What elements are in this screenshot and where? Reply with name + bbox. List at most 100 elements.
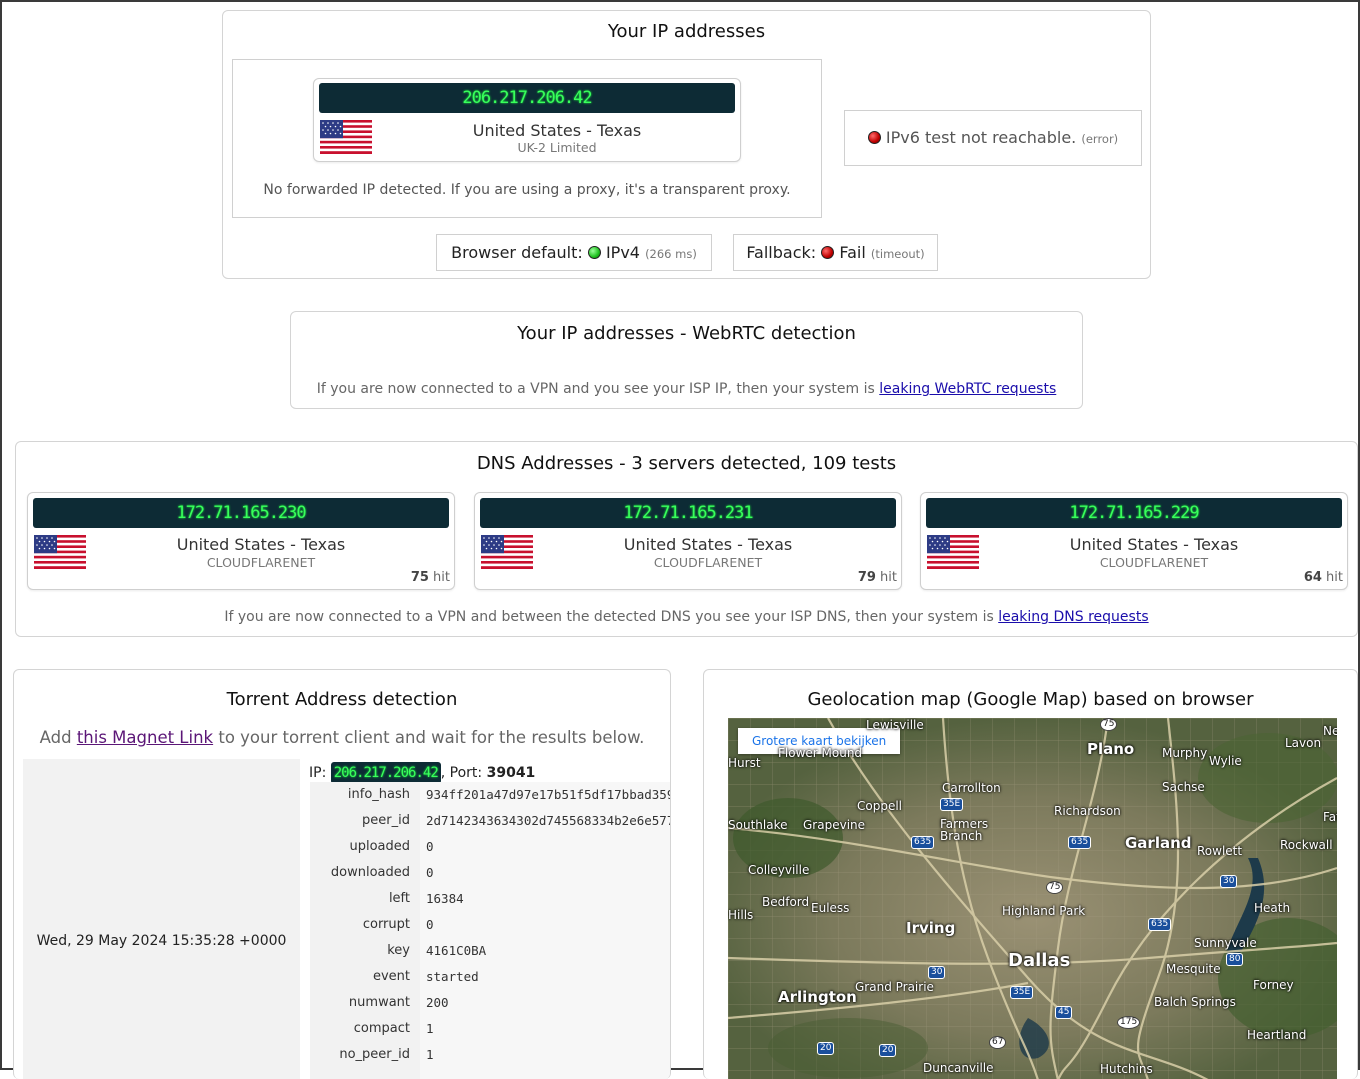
- ipv4-location: United States - Texas: [472, 121, 642, 140]
- table-row: info_hash 934ff201a47d97e17b51f5df17bbad3…: [310, 782, 670, 808]
- map-place-label: Forney: [1253, 978, 1294, 992]
- table-row: numwant 200: [310, 990, 670, 1016]
- map-place-label: Hills: [728, 908, 754, 922]
- highway-shield: 175: [1117, 1016, 1141, 1029]
- map-place-label: Sachse: [1162, 780, 1205, 794]
- dns-server-location: United States - Texas: [623, 535, 793, 554]
- browser-default-value: IPv4: [605, 243, 640, 262]
- map-place-label: Garland: [1125, 834, 1192, 852]
- table-row: event started: [310, 964, 670, 990]
- ipv6-status: IPv6 test not reachable. (error): [844, 110, 1142, 166]
- magnet-link[interactable]: this Magnet Link: [77, 728, 213, 747]
- fallback-label: Fallback:: [746, 243, 817, 262]
- ip-addresses-panel: Your IP addresses 206.217.206.42 United …: [222, 10, 1151, 279]
- torrent-intro: Add this Magnet Link to your torrent cli…: [14, 728, 670, 747]
- leaking-webrtc-link[interactable]: leaking WebRTC requests: [879, 381, 1056, 397]
- torrent-port-label: , Port:: [440, 765, 483, 781]
- ipv4-isp: UK-2 Limited: [517, 140, 597, 155]
- torrent-param-key: compact: [353, 1021, 410, 1036]
- map-place-label: Wylie: [1209, 754, 1242, 768]
- map-place-label: Hurst: [728, 756, 761, 770]
- ipv4-address: 206.217.206.42: [319, 83, 735, 113]
- geolocation-panel: Geolocation map (Google Map) based on br…: [703, 669, 1358, 1079]
- torrent-port: 39041: [486, 765, 536, 781]
- ip-addresses-title: Your IP addresses: [607, 21, 766, 42]
- ipv6-text: IPv6 test not reachable.: [885, 128, 1077, 147]
- table-row: downloaded 0: [310, 860, 670, 886]
- ipv4-card: 206.217.206.42 United States - Texas UK-…: [313, 78, 741, 162]
- highway-shield: 45: [1055, 1006, 1073, 1019]
- dns-server-hits: 64 hit: [1304, 570, 1343, 585]
- google-map[interactable]: Grotere kaart bekijken Lewisville Plano …: [728, 718, 1337, 1079]
- table-row: no_peer_id 1: [310, 1042, 670, 1068]
- green-status-dot-icon: [587, 246, 601, 259]
- dns-server-isp: CLOUDFLARENET: [1099, 555, 1209, 570]
- torrent-param-value: 200: [426, 995, 449, 1010]
- highway-shield: 35E: [940, 798, 964, 811]
- dns-note: If you are now connected to a VPN and be…: [16, 609, 1357, 625]
- ipv6-error-note: (error): [1081, 132, 1119, 146]
- torrent-param-value: 0: [426, 865, 434, 880]
- highway-shield: 30: [1220, 875, 1238, 888]
- webrtc-title: Your IP addresses - WebRTC detection: [517, 323, 856, 344]
- webrtc-note: If you are now connected to a VPN and yo…: [291, 381, 1082, 397]
- red-status-dot-icon: [867, 131, 881, 144]
- dns-server-hit-count: 79: [857, 570, 876, 585]
- torrent-intro-prefix: Add: [39, 728, 72, 747]
- highway-shield: 635: [911, 836, 935, 849]
- map-place-label: Grapevine: [803, 818, 866, 832]
- leaking-dns-link[interactable]: leaking DNS requests: [998, 609, 1148, 625]
- map-place-label: Bedford: [762, 895, 810, 909]
- torrent-param-key: uploaded: [349, 839, 410, 854]
- highway-shield: 80: [1226, 953, 1244, 966]
- us-flag-icon: [320, 120, 372, 154]
- map-place-label: Rockwall: [1280, 838, 1333, 852]
- torrent-param-key: key: [387, 943, 410, 958]
- dns-server-hit-label: hit: [433, 570, 450, 585]
- torrent-detail-cell: IP: 206.217.206.42, Port: 39041 info_has…: [302, 759, 671, 1079]
- browser-default-label: Browser default:: [451, 243, 583, 262]
- dns-server-ip: 172.71.165.229: [926, 498, 1342, 528]
- red-status-dot-icon: [821, 246, 835, 259]
- torrent-param-table: info_hash 934ff201a47d97e17b51f5df17bbad3…: [310, 782, 671, 1079]
- torrent-ip-line: IP: 206.217.206.42, Port: 39041: [309, 762, 535, 784]
- map-place-label: Lavon: [1285, 736, 1322, 750]
- dns-server-card: 172.71.165.231 United States - Texas CLO…: [474, 492, 902, 590]
- torrent-panel: Torrent Address detection Add this Magne…: [13, 669, 671, 1079]
- map-place-label: Farmers Branch: [940, 817, 989, 843]
- dns-server-hit-label: hit: [880, 570, 897, 585]
- map-place-label: Dallas: [1008, 950, 1071, 971]
- dns-title: DNS Addresses - 3 servers detected, 109 …: [476, 453, 897, 474]
- torrent-param-key: info_hash: [347, 787, 410, 802]
- map-place-label: Carrollton: [942, 781, 1001, 795]
- torrent-param-value: 0: [426, 917, 434, 932]
- highway-shield: 20: [879, 1044, 897, 1057]
- map-place-label: Murphy: [1162, 746, 1208, 760]
- webrtc-note-text: If you are now connected to a VPN and yo…: [316, 381, 875, 397]
- dns-server-hit-label: hit: [1326, 570, 1343, 585]
- map-place-label: Duncanville: [923, 1061, 994, 1075]
- map-place-label: Highland Park: [1002, 904, 1086, 918]
- map-place-label: Rowlett: [1197, 844, 1243, 858]
- map-place-label: Flower Mound: [778, 746, 863, 760]
- dns-server-location: United States - Texas: [176, 535, 346, 554]
- table-row: compact 1: [310, 1016, 670, 1042]
- dns-server-card: 172.71.165.230 United States - Texas CLO…: [27, 492, 455, 590]
- webrtc-panel: Your IP addresses - WebRTC detection If …: [290, 311, 1083, 409]
- torrent-date: Wed, 29 May 2024 15:35:28 +0000: [36, 933, 287, 949]
- torrent-param-key: peer_id: [362, 813, 410, 828]
- geolocation-title: Geolocation map (Google Map) based on br…: [807, 689, 1254, 710]
- table-row: uploaded 0: [310, 834, 670, 860]
- map-place-label: Heath: [1254, 901, 1291, 915]
- map-place-label: Grand Prairie: [855, 980, 934, 994]
- torrent-param-value: 2d7142343634302d745568334b2e6e577a: [426, 813, 671, 828]
- map-place-label: Arlington: [778, 988, 857, 1006]
- torrent-date-cell: Wed, 29 May 2024 15:35:28 +0000: [23, 759, 300, 1079]
- map-place-label: Heartland: [1247, 1028, 1307, 1042]
- dns-server-ip: 172.71.165.230: [33, 498, 449, 528]
- map-place-label: Fate: [1323, 810, 1337, 824]
- table-row: key 4161C0BA: [310, 938, 670, 964]
- torrent-param-key: no_peer_id: [339, 1047, 410, 1062]
- satellite-map-image: [728, 718, 1337, 1079]
- dns-server-hits: 79 hit: [858, 570, 897, 585]
